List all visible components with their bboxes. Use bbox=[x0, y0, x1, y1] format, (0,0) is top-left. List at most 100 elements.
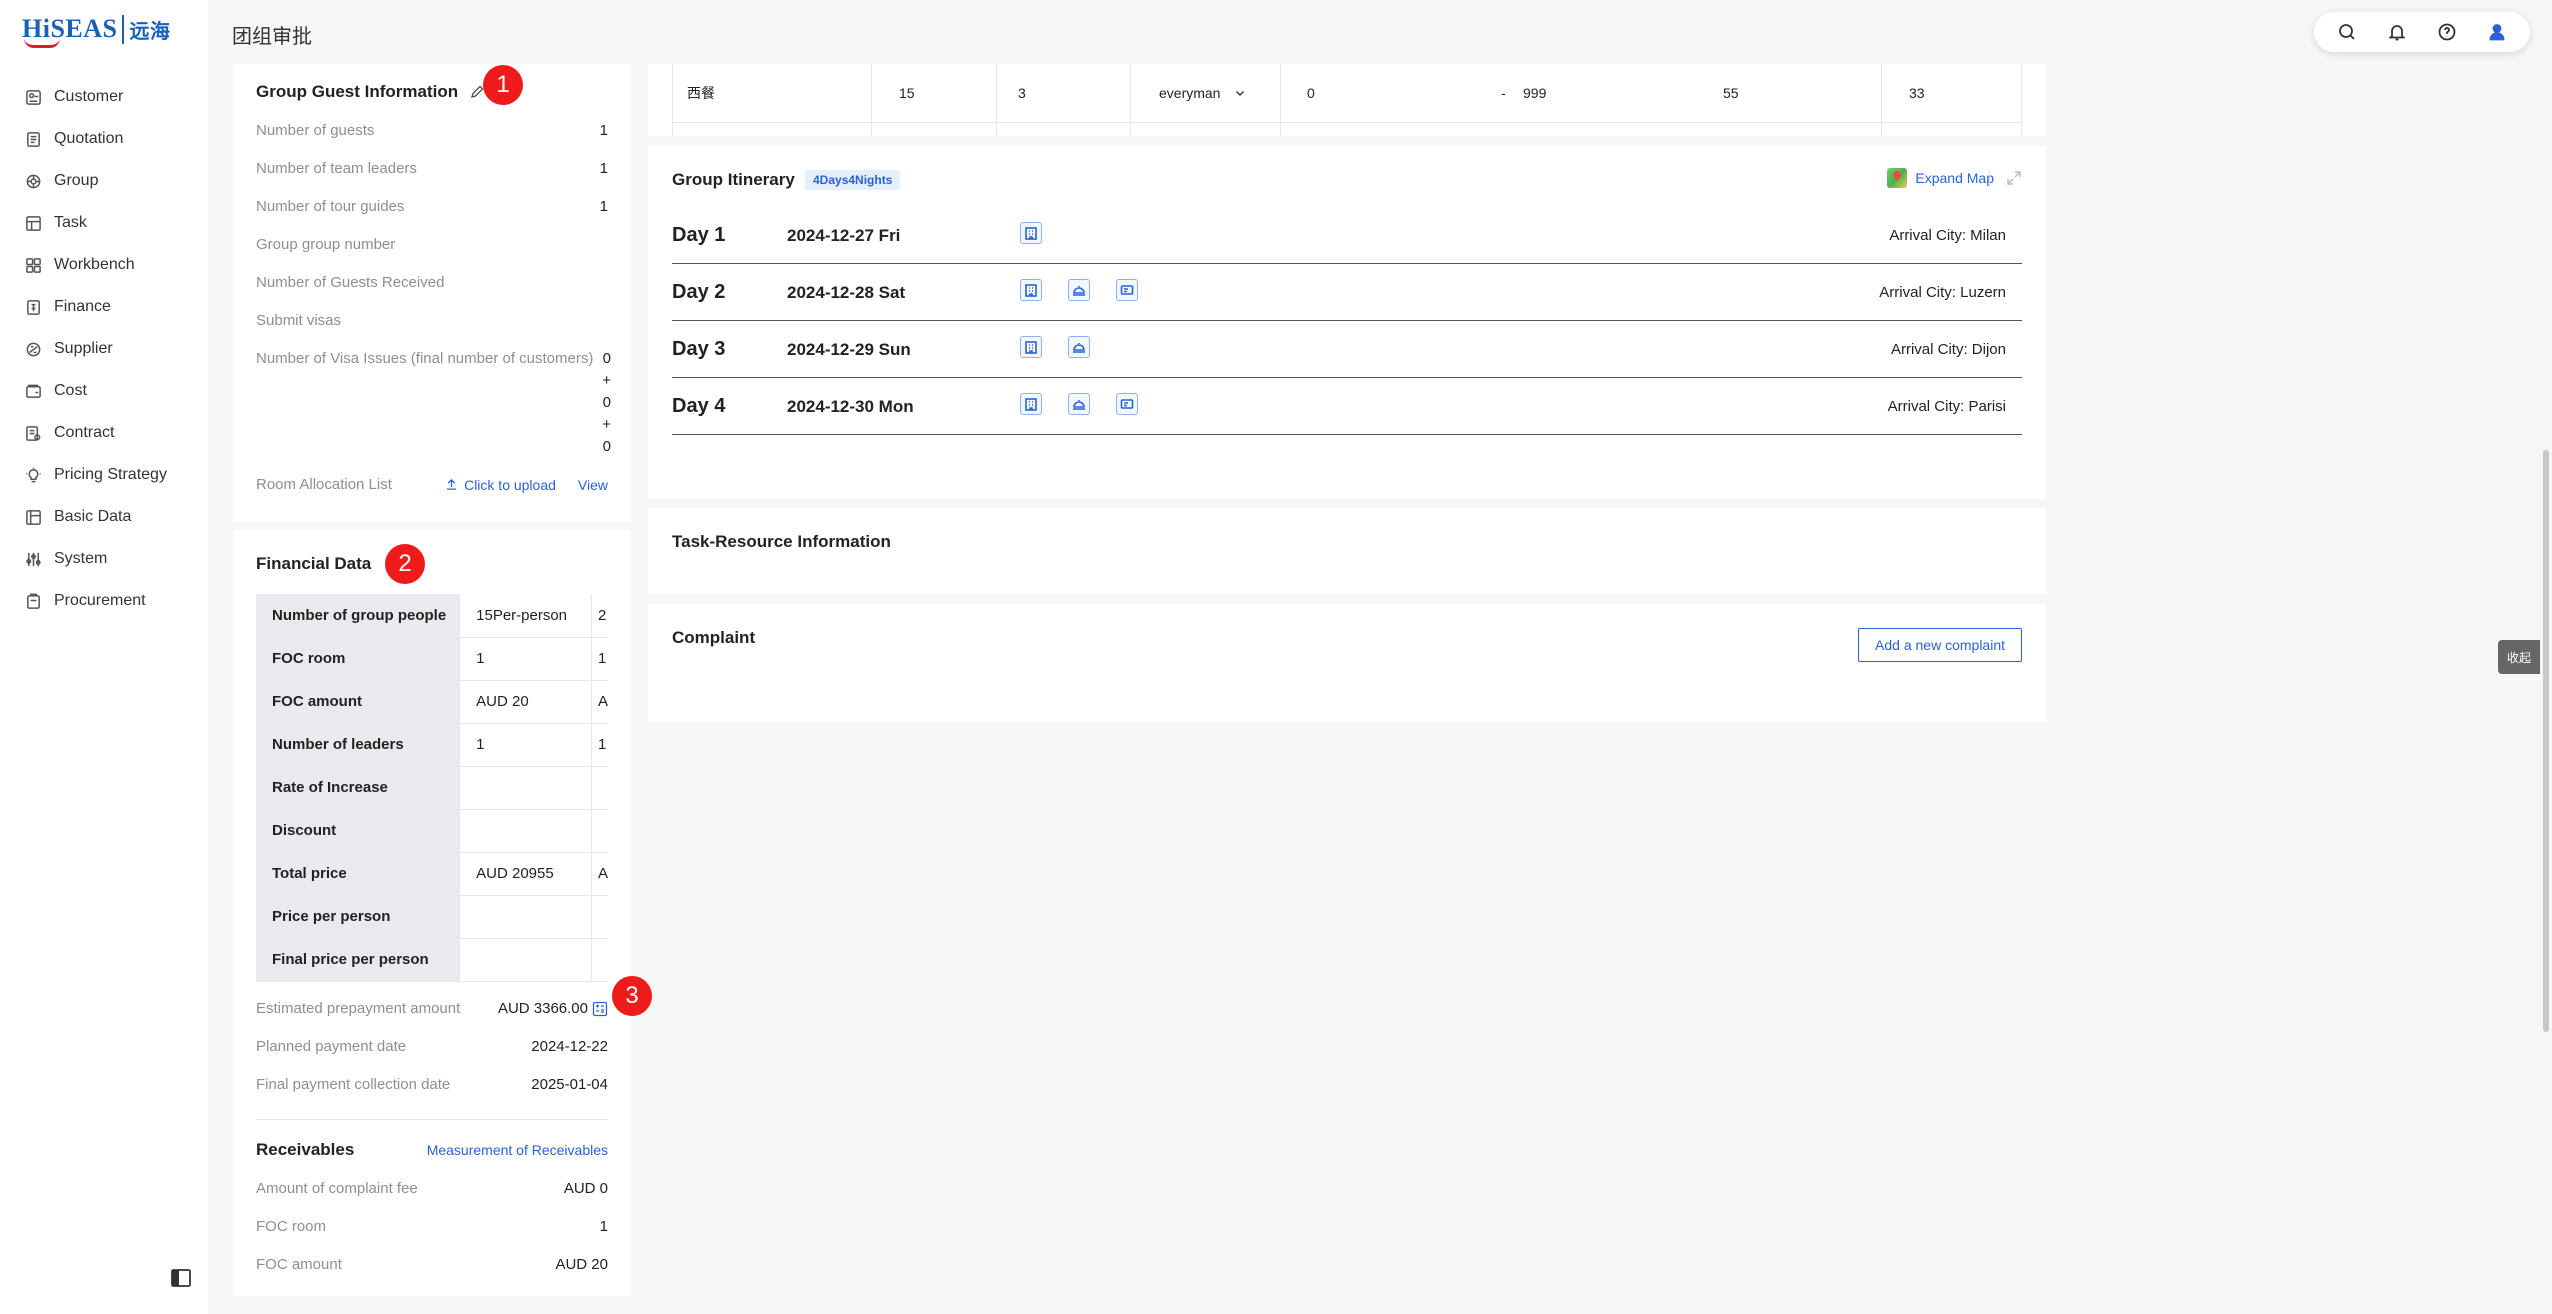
divider bbox=[256, 1119, 608, 1120]
bell-icon[interactable] bbox=[2386, 21, 2408, 43]
task-resource-card: Task-Resource Information bbox=[648, 508, 2046, 594]
hotel-icon[interactable] bbox=[1020, 336, 1042, 358]
day-date: 2024-12-30 Mon bbox=[787, 397, 914, 416]
expand-map-button[interactable]: Expand Map bbox=[1887, 168, 1994, 188]
ticket-icon[interactable] bbox=[1116, 393, 1138, 415]
sidebar-item-basic-data[interactable]: Basic Data bbox=[0, 496, 208, 538]
visa-plus: + bbox=[602, 416, 611, 433]
page-scrollbar[interactable] bbox=[2543, 450, 2549, 1032]
room-actions: Click to upload View bbox=[445, 476, 608, 493]
day-resource-icons bbox=[1020, 279, 1138, 301]
table-cell bbox=[459, 809, 592, 853]
guest-row-guests: Number of guests 1 bbox=[256, 122, 608, 139]
sidebar-item-system[interactable]: System bbox=[0, 538, 208, 580]
table-cell bbox=[459, 766, 592, 810]
table-cell: AUD 20955 bbox=[459, 852, 592, 896]
hotel-icon[interactable] bbox=[1020, 222, 1042, 244]
sidebar-item-workbench[interactable]: Workbench bbox=[0, 244, 208, 286]
meal-icon[interactable] bbox=[1068, 393, 1090, 415]
procurement-icon bbox=[24, 592, 42, 610]
row-label: Number of tour guides bbox=[256, 198, 405, 215]
row-label: Final payment collection date bbox=[256, 1076, 451, 1093]
logo-wave-icon bbox=[24, 38, 60, 48]
search-icon[interactable] bbox=[2336, 21, 2358, 43]
complaint-title: Complaint bbox=[672, 628, 756, 647]
row-label: Number of Guests Received bbox=[256, 274, 445, 291]
complaint-card: Complaint Add a new complaint bbox=[648, 604, 2046, 722]
table-header-cell: Number of leaders bbox=[256, 723, 460, 767]
column-divider bbox=[871, 64, 872, 136]
days-nights-badge: 4Days4Nights bbox=[805, 170, 901, 190]
table-cell bbox=[591, 895, 608, 939]
meal-icon[interactable] bbox=[1068, 336, 1090, 358]
click-to-upload-link[interactable]: Click to upload bbox=[445, 477, 556, 493]
collapse-side-tab[interactable]: 收起 bbox=[2498, 640, 2540, 674]
hiseas-logo[interactable]: HiSEAS 远海 bbox=[22, 12, 171, 48]
arrival-city: Arrival City: Luzern bbox=[1879, 284, 2006, 301]
table-row: Number of group people 15Per-person 2 bbox=[256, 594, 608, 638]
sidebar-item-cost[interactable]: Cost bbox=[0, 370, 208, 412]
meal-icon[interactable] bbox=[1068, 279, 1090, 301]
final-payment-row: Final payment collection date 2025-01-04 bbox=[256, 1076, 608, 1093]
sidebar-collapse-icon[interactable] bbox=[170, 1268, 192, 1288]
measurement-of-receivables-link[interactable]: Measurement of Receivables bbox=[427, 1142, 608, 1158]
sidebar-item-label: Pricing Strategy bbox=[54, 466, 167, 483]
itinerary-day-row[interactable]: Day 4 2024-12-30 Mon Arrival City: Paris… bbox=[672, 379, 2022, 435]
topbar: 团组审批 bbox=[208, 0, 2552, 64]
itinerary-day-row[interactable]: Day 2 2024-12-28 Sat Arrival City: Luzer… bbox=[672, 265, 2022, 321]
logo-cn-text: 远海 bbox=[121, 14, 171, 44]
expand-map-label: Expand Map bbox=[1915, 170, 1994, 186]
itinerary-day-row[interactable]: Day 1 2024-12-27 Fri Arrival City: Milan bbox=[672, 208, 2022, 264]
sidebar-item-finance[interactable]: Finance bbox=[0, 286, 208, 328]
sidebar-item-pricing-strategy[interactable]: Pricing Strategy bbox=[0, 454, 208, 496]
hotel-icon[interactable] bbox=[1020, 393, 1042, 415]
table-cell: AUD 20 bbox=[459, 680, 592, 724]
table-row: FOC room 1 1 bbox=[256, 637, 608, 681]
day-label: Day 1 bbox=[672, 224, 726, 246]
itinerary-day-row[interactable]: Day 3 2024-12-29 Sun Arrival City: Dijon bbox=[672, 322, 2022, 378]
planned-payment-row: Planned payment date 2024-12-22 bbox=[256, 1038, 608, 1055]
row-divider bbox=[673, 122, 2021, 123]
row-value: AUD 3366.00 bbox=[497, 1000, 588, 1017]
chevron-down-icon bbox=[1236, 91, 1245, 96]
sidebar-item-task[interactable]: Task bbox=[0, 202, 208, 244]
table-cell bbox=[591, 766, 608, 810]
sidebar-item-label: Group bbox=[54, 172, 99, 189]
type-select[interactable]: everyman bbox=[1159, 64, 1246, 122]
add-complaint-button[interactable]: Add a new complaint bbox=[1858, 628, 2022, 662]
upload-label: Click to upload bbox=[464, 476, 556, 493]
task-resource-title: Task-Resource Information bbox=[672, 532, 891, 551]
sidebar: HiSEAS 远海 Customer Quotation Group Task … bbox=[0, 0, 208, 1314]
financial-table: Number of group people 15Per-person 2 FOC … bbox=[256, 594, 608, 982]
table-cell: 33 bbox=[1909, 85, 1925, 101]
user-avatar-icon[interactable] bbox=[2486, 21, 2508, 43]
guest-info-title: Group Guest Information bbox=[256, 82, 459, 101]
sidebar-item-customer[interactable]: Customer bbox=[0, 76, 208, 118]
hotel-icon[interactable] bbox=[1020, 279, 1042, 301]
sidebar-item-procurement[interactable]: Procurement bbox=[0, 580, 208, 622]
ticket-icon[interactable] bbox=[1116, 279, 1138, 301]
table-cell: 55 bbox=[1723, 85, 1739, 101]
page-title: 团组审批 bbox=[232, 24, 312, 48]
visa-value: 0 bbox=[602, 394, 611, 411]
sidebar-item-supplier[interactable]: Supplier bbox=[0, 328, 208, 370]
annotation-badge-1: 1 bbox=[483, 65, 523, 105]
table-row: FOC amount AUD 20 A bbox=[256, 680, 608, 724]
sidebar-item-contract[interactable]: Contract bbox=[0, 412, 208, 454]
table-header-cell: Final price per person bbox=[256, 938, 460, 982]
range-dash: - bbox=[1501, 85, 1506, 101]
sidebar-item-group[interactable]: Group bbox=[0, 160, 208, 202]
annotation-badge-2: 2 bbox=[385, 544, 425, 584]
table-header-cell: Discount bbox=[256, 809, 460, 853]
divider bbox=[1989, 170, 1990, 186]
calculator-icon[interactable] bbox=[592, 1001, 608, 1017]
group-icon bbox=[24, 172, 42, 190]
fullscreen-icon[interactable] bbox=[2006, 170, 2022, 186]
recv-row-complaint-fee: Amount of complaint fee AUD 0 bbox=[256, 1180, 608, 1197]
view-link[interactable]: View bbox=[578, 477, 608, 493]
help-icon[interactable] bbox=[2436, 21, 2458, 43]
row-label: Submit visas bbox=[256, 312, 342, 329]
table-row: Discount bbox=[256, 809, 608, 853]
sidebar-item-quotation[interactable]: Quotation bbox=[0, 118, 208, 160]
sidebar-item-label: Basic Data bbox=[54, 508, 132, 525]
